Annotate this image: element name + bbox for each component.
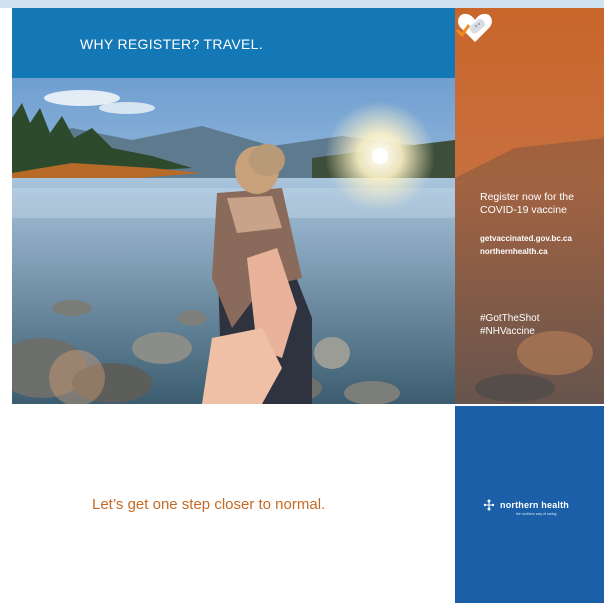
northern-health-logo: northern health the northern way of cari… [482,498,570,516]
lake-scene-illustration [12,78,455,404]
poster: WHY REGISTER? TRAVEL. Register now for t… [0,0,604,603]
tagline: Let’s get one step closer to normal. [92,496,326,513]
vaccine-info-panel: Register now for the COVID-19 vaccine ge… [455,8,604,404]
northern-health-url-link[interactable]: northernhealth.ca [480,247,548,256]
tagline-section: Let’s get one step closer to normal. [12,404,455,603]
header-band: WHY REGISTER? TRAVEL. [12,8,455,78]
header-title: WHY REGISTER? TRAVEL. [80,36,263,52]
register-text: Register now for the COVID-19 vaccine [480,191,574,216]
travel-photo [12,78,455,404]
hashtag-nh-vaccine: #NHVaccine [480,326,535,337]
logo-subtitle: the northern way of caring [516,512,557,516]
logo-name: northern health [500,500,570,510]
logo-section: northern health the northern way of cari… [455,406,604,603]
heart-bandage-check-icon [455,13,492,42]
vaccine-url-link[interactable]: getvaccinated.gov.bc.ca [480,234,572,243]
top-strip [0,0,604,8]
hashtag-got-the-shot: #GotTheShot [480,313,540,324]
northern-health-mark-icon [483,499,495,511]
left-margin [0,8,12,404]
